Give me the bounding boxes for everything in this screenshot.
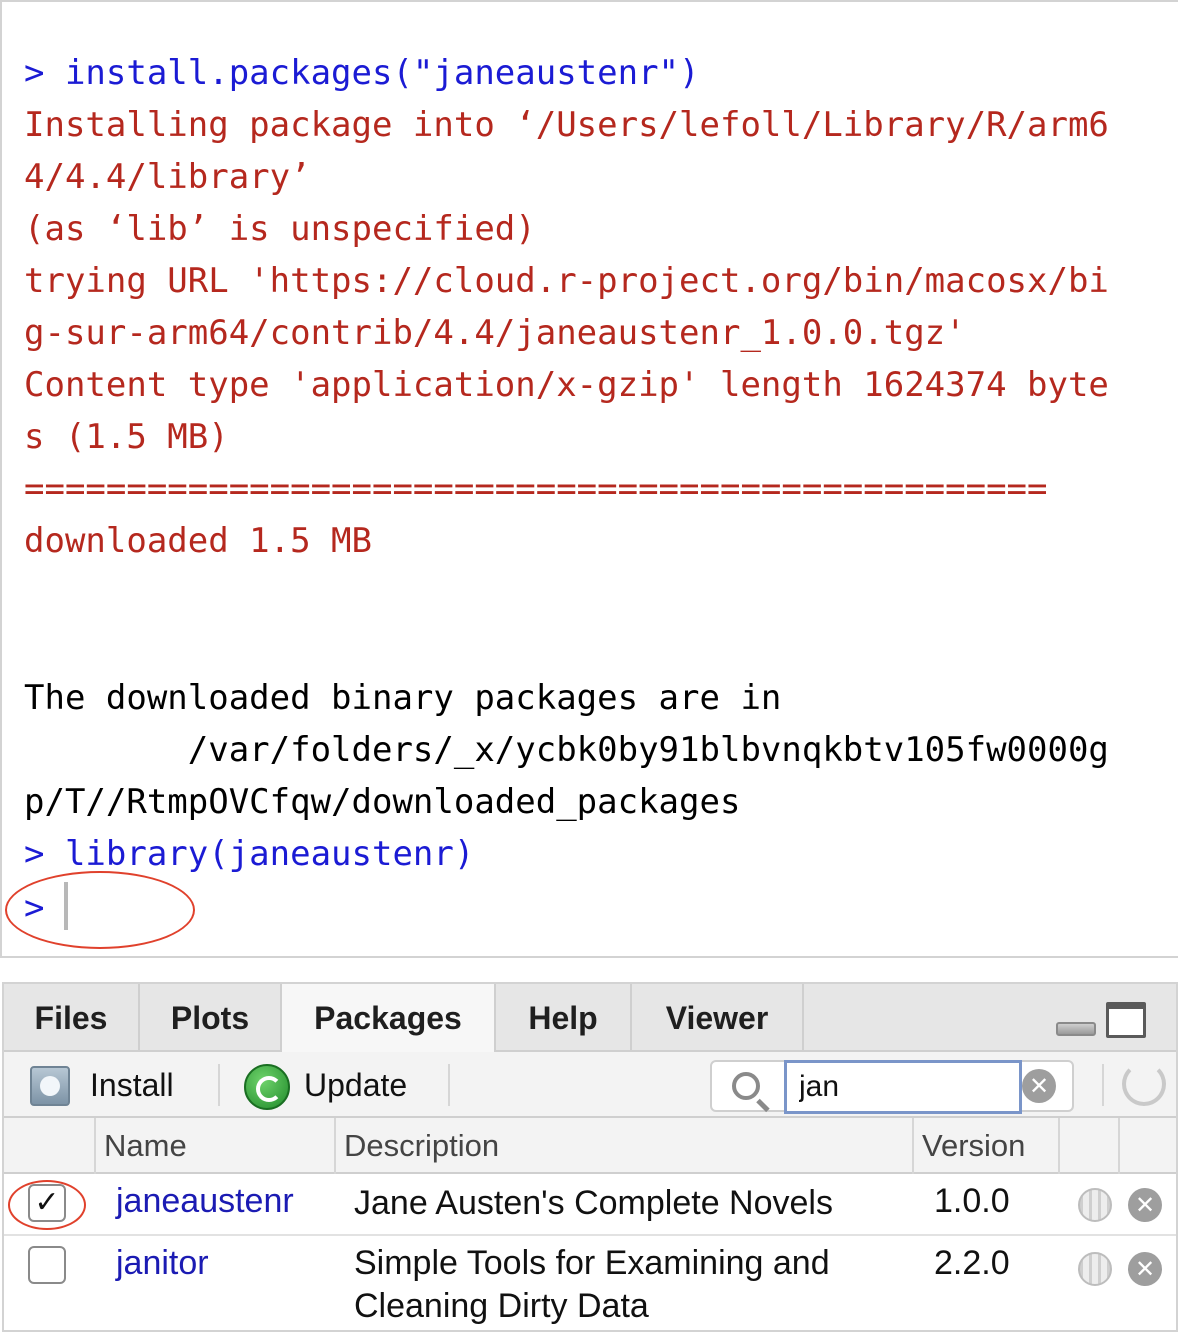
package-name-link[interactable]: janitor bbox=[116, 1244, 209, 1283]
console-progress-line: ========================================… bbox=[24, 469, 1048, 509]
tab-help[interactable]: Help bbox=[496, 984, 632, 1052]
console-line: s (1.5 MB) bbox=[24, 417, 229, 457]
console-line: trying URL 'https://cloud.r-project.org/… bbox=[24, 261, 1109, 301]
console-line: 4/4.4/library’ bbox=[24, 157, 311, 197]
maximize-icon[interactable] bbox=[1106, 1002, 1146, 1038]
column-header-version[interactable]: Version bbox=[912, 1118, 1058, 1174]
console-line: g-sur-arm64/contrib/4.4/janeaustenr_1.0.… bbox=[24, 313, 966, 353]
package-name-link[interactable]: janeaustenr bbox=[116, 1182, 294, 1221]
refresh-icon[interactable] bbox=[1122, 1062, 1166, 1106]
tab-files[interactable]: Files bbox=[4, 984, 140, 1052]
package-version: 2.2.0 bbox=[934, 1244, 1010, 1282]
table-header: Name Description Version bbox=[4, 1118, 1176, 1174]
checkbox-highlight-circle bbox=[8, 1180, 86, 1230]
tab-plots[interactable]: Plots bbox=[140, 984, 282, 1052]
globe-icon[interactable] bbox=[1078, 1188, 1112, 1222]
toolbar-separator bbox=[218, 1064, 220, 1106]
column-header-description[interactable]: Description bbox=[334, 1118, 912, 1174]
update-icon[interactable] bbox=[244, 1064, 290, 1110]
update-button[interactable]: Update bbox=[304, 1052, 407, 1118]
packages-pane: Files Plots Packages Help Viewer Install… bbox=[2, 982, 1178, 1332]
console-line: > install.packages("janeaustenr") bbox=[24, 53, 700, 93]
console-line: Installing package into ‘/Users/lefoll/L… bbox=[24, 105, 1109, 145]
search-icon bbox=[732, 1072, 760, 1100]
tab-viewer[interactable]: Viewer bbox=[632, 984, 804, 1052]
column-header-name[interactable]: Name bbox=[94, 1118, 334, 1174]
package-checkbox[interactable] bbox=[28, 1246, 66, 1284]
console-line: p/T//RtmpOVCfqw/downloaded_packages bbox=[24, 782, 741, 822]
package-description: Jane Austen's Complete Novels bbox=[354, 1184, 833, 1222]
remove-package-icon[interactable]: ✕ bbox=[1128, 1188, 1162, 1222]
console-line: /var/folders/_x/ycbk0by91blbvnqkbtv105fw… bbox=[24, 730, 1109, 770]
console-pane[interactable]: > install.packages("janeaustenr") Instal… bbox=[0, 0, 1178, 958]
packages-toolbar: Install Update ✕ bbox=[4, 1052, 1176, 1118]
prompt-highlight-circle bbox=[5, 871, 195, 949]
package-description: Simple Tools for Examining and Cleaning … bbox=[354, 1244, 830, 1325]
toolbar-separator bbox=[1102, 1064, 1104, 1106]
console-line: downloaded 1.5 MB bbox=[24, 521, 372, 561]
console-line: (as ‘lib’ is unspecified) bbox=[24, 209, 536, 249]
globe-icon[interactable] bbox=[1078, 1252, 1112, 1286]
column-header-blank bbox=[1058, 1118, 1118, 1174]
tab-packages[interactable]: Packages bbox=[282, 984, 496, 1054]
console-line: The downloaded binary packages are in bbox=[24, 678, 782, 718]
package-version: 1.0.0 bbox=[934, 1182, 1010, 1220]
clear-search-icon[interactable]: ✕ bbox=[1022, 1069, 1056, 1103]
column-header-blank bbox=[1118, 1118, 1176, 1174]
table-row: janitor Simple Tools for Examining and C… bbox=[4, 1238, 1176, 1334]
package-search-box[interactable]: ✕ bbox=[710, 1060, 1074, 1114]
tab-bar: Files Plots Packages Help Viewer bbox=[4, 984, 1176, 1054]
table-row: ✓ janeaustenr Jane Austen's Complete Nov… bbox=[4, 1174, 1176, 1236]
search-input[interactable] bbox=[784, 1060, 1022, 1114]
minimize-icon[interactable] bbox=[1056, 1022, 1096, 1036]
install-button[interactable]: Install bbox=[90, 1052, 174, 1118]
install-icon[interactable] bbox=[30, 1066, 70, 1106]
console-line: Content type 'application/x-gzip' length… bbox=[24, 365, 1109, 405]
toolbar-separator bbox=[448, 1064, 450, 1106]
remove-package-icon[interactable]: ✕ bbox=[1128, 1252, 1162, 1286]
